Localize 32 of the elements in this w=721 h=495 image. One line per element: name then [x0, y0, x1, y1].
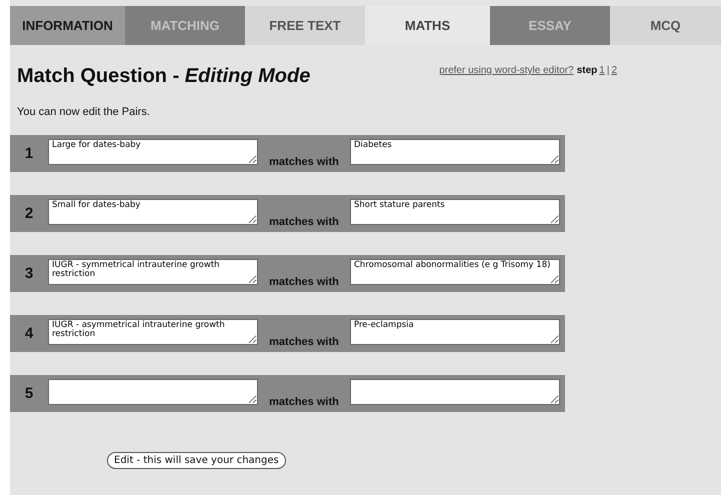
left-input-field[interactable]: IUGR - asymmetrical intrauterine growth restriction: [48, 318, 258, 344]
right-input-field[interactable]: Diabetes: [350, 138, 560, 164]
matches-with-label: matches with: [268, 156, 340, 168]
step-link[interactable]: 1: [599, 65, 605, 76]
matches-with-label: matches with: [268, 216, 340, 228]
left-input-field[interactable]: Small for dates-baby: [48, 198, 258, 224]
tab[interactable]: FREE TEXT: [245, 6, 365, 45]
editor-link[interactable]: prefer using word-style editor?: [439, 65, 574, 76]
pair-number: 3: [24, 265, 34, 282]
right-input-field[interactable]: Short stature parents: [350, 198, 560, 224]
right-input-field[interactable]: [350, 378, 560, 404]
matches-with-label: matches with: [268, 276, 340, 288]
pair-number: 2: [24, 205, 34, 222]
tab[interactable]: MATHS: [365, 6, 490, 45]
step-label: step: [576, 65, 598, 76]
right-input-field[interactable]: Chromosomal abonormalities (e g Trisomy 18): [350, 258, 560, 284]
step-separator: |: [606, 65, 610, 76]
left-input-field[interactable]: IUGR - symmetrical intrauterine growth restriction: [48, 258, 258, 284]
page-title: Match Question - Editing Mode: [17, 65, 310, 88]
right-input-field[interactable]: Pre-eclampsia: [350, 318, 560, 344]
intro-text: You can now edit the Pairs.: [17, 106, 151, 118]
left-input-field[interactable]: [48, 378, 258, 404]
tab[interactable]: INFORMATION: [10, 6, 125, 45]
pair-number: 4: [24, 325, 34, 342]
pair-number: 5: [24, 385, 34, 402]
left-input-field[interactable]: Large for dates-baby: [48, 138, 258, 164]
tab[interactable]: MCQ: [610, 6, 721, 45]
save-button[interactable]: Edit - this will save your changes: [107, 452, 286, 469]
step-link[interactable]: 2: [611, 65, 617, 76]
pair-number: 1: [24, 145, 34, 162]
matches-with-label: matches with: [268, 336, 340, 348]
matches-with-label: matches with: [268, 396, 340, 408]
